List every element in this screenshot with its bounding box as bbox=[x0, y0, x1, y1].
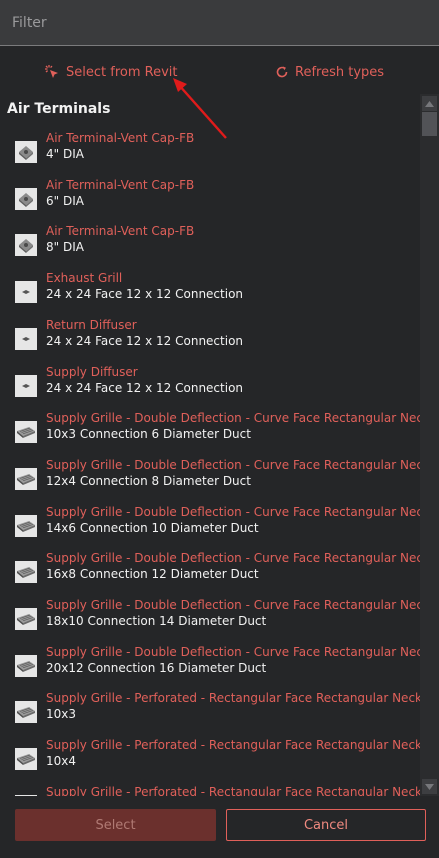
list-item[interactable]: Supply Grille - Double Deflection - Curv… bbox=[0, 551, 420, 595]
select-from-revit-button[interactable]: Select from Revit bbox=[44, 60, 177, 84]
item-family-name: Supply Diffuser bbox=[46, 364, 138, 379]
refresh-types-button[interactable]: Refresh types bbox=[275, 60, 384, 84]
scroll-up-button[interactable] bbox=[422, 96, 437, 111]
item-type-name: 10x3 bbox=[46, 707, 77, 722]
filter-bar bbox=[0, 0, 439, 46]
grille-icon bbox=[15, 608, 37, 630]
diffuser-icon bbox=[15, 374, 37, 397]
grille-icon bbox=[15, 748, 37, 771]
cancel-button[interactable]: Cancel bbox=[226, 809, 426, 841]
list-item[interactable]: Supply Diffuser 24 x 24 Face 12 x 12 Conn… bbox=[0, 365, 418, 409]
scroll-thumb[interactable] bbox=[422, 112, 437, 136]
item-family-name: Supply Grille - Perforated - Rectangular… bbox=[46, 784, 420, 796]
vent-cap-icon bbox=[15, 234, 37, 257]
item-type-name: 24 x 24 Face 12 x 12 Connection bbox=[46, 333, 244, 348]
scroll-down-button[interactable] bbox=[422, 779, 437, 794]
grille-icon bbox=[15, 467, 37, 490]
refresh-icon bbox=[276, 66, 288, 78]
list-item[interactable]: Air Terminal-Vent Cap-FB 6" DIA bbox=[0, 178, 418, 222]
item-type-name: 14x6 Connection 10 Diameter Duct bbox=[46, 520, 259, 535]
cursor-click-icon bbox=[45, 65, 58, 78]
item-type-name: 4" DIA bbox=[46, 147, 84, 161]
vent-cap-icon bbox=[15, 141, 37, 163]
item-type-name: 8" DIA bbox=[46, 240, 84, 255]
diffuser-icon bbox=[15, 327, 37, 350]
diffuser-icon bbox=[15, 281, 37, 304]
filter-input[interactable] bbox=[0, 0, 437, 46]
item-type-name: 12x4 Connection 8 Diameter Duct bbox=[46, 473, 251, 488]
list-item[interactable]: Air Terminal-Vent Cap-FB 4" DIA bbox=[0, 131, 418, 175]
item-type-name: 10x3 Connection 6 Diameter Duct bbox=[46, 427, 251, 442]
grille-icon bbox=[15, 421, 37, 444]
item-family-name: Supply Grille - Double Deflection - Curv… bbox=[46, 551, 420, 566]
list-item[interactable]: Supply Grille - Double Deflection - Curv… bbox=[0, 411, 420, 455]
grille-icon bbox=[15, 561, 37, 584]
list-item[interactable]: Supply Grille - Double Deflection - Curv… bbox=[0, 457, 420, 502]
grille-icon bbox=[15, 701, 37, 724]
item-family-name: Air Terminal-Vent Cap-FB bbox=[46, 131, 195, 145]
item-family-name: Supply Grille - Double Deflection - Curv… bbox=[46, 598, 420, 612]
scrollbar[interactable] bbox=[420, 94, 439, 796]
refresh-types-label: Refresh types bbox=[295, 64, 385, 80]
item-type-name: 18x10 Connection 14 Diameter Duct bbox=[46, 614, 267, 628]
list-item[interactable]: Supply Grille - Double Deflection - Curv… bbox=[0, 504, 420, 549]
item-family-name: Supply Grille - Perforated - Rectangular… bbox=[46, 691, 420, 706]
item-type-name: 24 x 24 Face 12 x 12 Connection bbox=[46, 380, 244, 395]
list-item[interactable]: Exhaust Grill 24 x 24 Face 12 x 12 Connec… bbox=[0, 271, 418, 315]
item-family-name: Air Terminal-Vent Cap-FB bbox=[46, 224, 195, 239]
select-button[interactable]: Select bbox=[15, 809, 216, 841]
item-family-name: Supply Grille - Double Deflection - Curv… bbox=[46, 411, 420, 426]
chevron-up-icon bbox=[425, 100, 434, 107]
item-family-name: Supply Grille - Double Deflection - Curv… bbox=[46, 457, 420, 472]
vent-cap-icon bbox=[15, 187, 37, 210]
list-item[interactable]: Return Diffuser 24 x 24 Face 12 x 12 Conn… bbox=[0, 318, 418, 362]
item-family-name: Supply Grille - Double Deflection - Curv… bbox=[46, 644, 420, 659]
group-title: Air Terminals bbox=[7, 101, 111, 117]
item-family-name: Supply Grille - Double Deflection - Curv… bbox=[46, 504, 420, 519]
list-item[interactable]: Supply Grille - Double Deflection - Curv… bbox=[0, 644, 420, 689]
family-type-list: Air Terminals Air Terminal-Vent Cap-FB 4"… bbox=[0, 94, 420, 796]
item-type-name: 6" DIA bbox=[46, 193, 84, 208]
list-item[interactable]: Supply Grille - Perforated - Rectangular… bbox=[0, 784, 420, 796]
list-item[interactable]: Supply Grille - Double Deflection - Curv… bbox=[0, 598, 420, 642]
grille-icon bbox=[15, 654, 37, 677]
list-item[interactable]: Supply Grille - Perforated - Rectangular… bbox=[0, 691, 420, 735]
grille-icon bbox=[15, 514, 37, 537]
item-type-name: 20x12 Connection 16 Diameter Duct bbox=[46, 660, 267, 675]
item-family-name: Return Diffuser bbox=[46, 317, 137, 332]
item-family-name: Exhaust Grill bbox=[46, 271, 123, 286]
chevron-down-icon bbox=[425, 783, 434, 790]
item-type-name: 16x8 Connection 12 Diameter Duct bbox=[46, 567, 259, 582]
list-item[interactable]: Supply Grille - Perforated - Rectangular… bbox=[0, 738, 420, 782]
list-item[interactable]: Air Terminal-Vent Cap-FB 8" DIA bbox=[0, 224, 418, 268]
footer: Select Cancel bbox=[0, 796, 439, 858]
select-from-revit-label: Select from Revit bbox=[66, 64, 178, 80]
item-type-name: 24 x 24 Face 12 x 12 Connection bbox=[46, 287, 244, 302]
item-family-name: Air Terminal-Vent Cap-FB bbox=[46, 177, 195, 192]
item-type-name: 10x4 bbox=[46, 754, 77, 769]
item-family-name: Supply Grille - Perforated - Rectangular… bbox=[46, 738, 420, 753]
